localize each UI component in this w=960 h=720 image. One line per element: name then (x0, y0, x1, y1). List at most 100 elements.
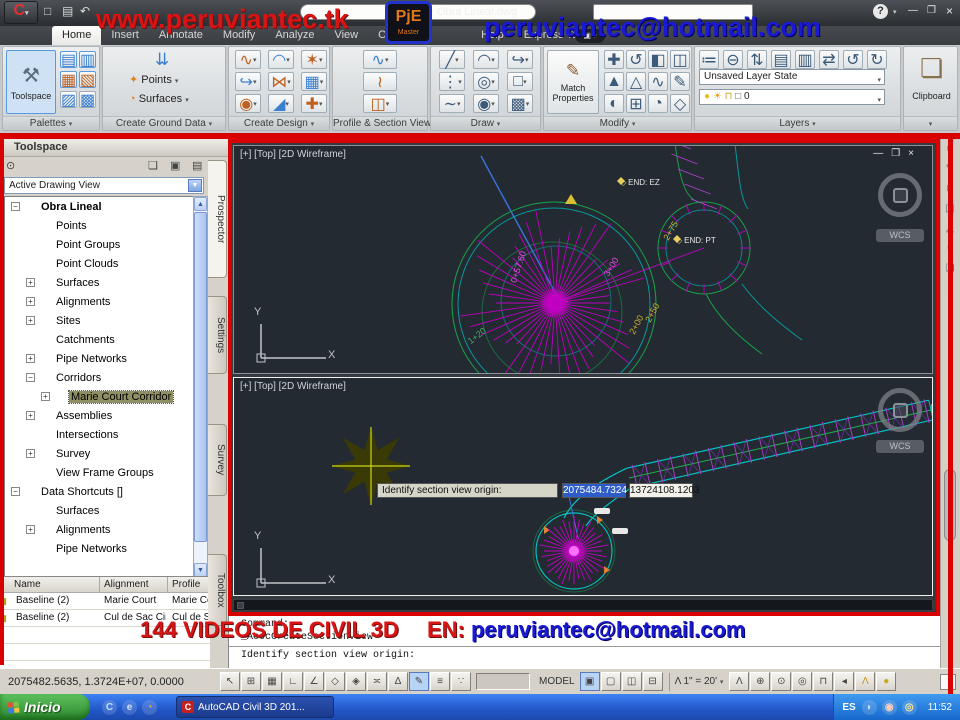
match-properties-button[interactable]: ✎ Match Properties (547, 50, 599, 114)
language-indicator[interactable]: ES (842, 702, 855, 713)
tree-item-pipe-networks[interactable]: Pipe Networks (5, 539, 193, 558)
tree-item-surfaces[interactable]: Surfaces (5, 501, 193, 520)
profile-creation-button[interactable]: ≀ (363, 72, 397, 91)
tray-moon-icon[interactable]: ◗ (861, 699, 877, 715)
tree-item-alignments[interactable]: + Alignments (5, 292, 193, 311)
side-tab-prospector[interactable]: Prospector (208, 160, 227, 278)
tree-item-survey[interactable]: + Survey (5, 444, 193, 463)
lay-button-1[interactable]: ≔ (699, 50, 719, 69)
drw-button-2[interactable]: ◠ ▾ (473, 50, 499, 69)
mod-button-4[interactable]: ◫ (670, 50, 690, 69)
expand-icon[interactable]: + (41, 392, 50, 401)
survey-palette-button[interactable]: ▦ (60, 71, 77, 89)
tree-item-points[interactable]: Points (5, 216, 193, 235)
des-button-1[interactable]: ∿ ▾ (235, 50, 261, 69)
table-row[interactable]: ▮Baseline (2)Marie CourtMarie Co... (0, 593, 210, 610)
toolspace-tool-icon-c[interactable]: ▤ (192, 159, 202, 172)
restore-icon[interactable]: ❐ (927, 5, 936, 16)
des-button-3[interactable]: ✶ ▾ (301, 50, 327, 69)
undo-icon[interactable]: ↶ (80, 4, 90, 18)
scroll-up-icon[interactable]: ▲ (194, 197, 207, 211)
mod-button-3[interactable]: ◧ (648, 50, 668, 69)
drw-button-7[interactable]: ∼ ▾ (439, 94, 465, 113)
mod-button-5[interactable]: ▲ (604, 72, 624, 91)
lock-ui-icon[interactable]: ⊓ (813, 672, 834, 691)
import-survey-icon[interactable]: ⇊ (155, 50, 169, 70)
vp-restore-icon[interactable]: ❐ (891, 148, 908, 159)
navigation-wheel[interactable] (878, 173, 922, 217)
annotation-autoscale-icon[interactable]: Λ (729, 672, 750, 691)
expand-icon[interactable]: + (26, 525, 35, 534)
annotation-scale-control[interactable]: Λ 1" = 20' ▾ (675, 676, 724, 687)
des-button-4[interactable]: ↪ ▾ (235, 72, 261, 91)
tree-item-assemblies[interactable]: + Assemblies (5, 406, 193, 425)
expand-icon[interactable]: + (26, 297, 35, 306)
column-header-name[interactable]: Name (0, 577, 100, 593)
tree-item-point-clouds[interactable]: Point Clouds (5, 254, 193, 273)
lay-button-2[interactable]: ⊖ (723, 50, 743, 69)
help-chevron-icon[interactable]: ▾ (893, 8, 897, 16)
minimize-icon[interactable]: — (908, 5, 918, 16)
drw-button-3[interactable]: ↪ ▾ (507, 50, 533, 69)
tab-home[interactable]: Home (52, 26, 102, 45)
des-button-2[interactable]: ◠ ▾ (268, 50, 294, 69)
expand-icon[interactable]: + (26, 316, 35, 325)
layer-dropdown[interactable]: ● ☀ ⊓ □ 0 ▾ (699, 89, 885, 105)
lay-button-3[interactable]: ⇅ (747, 50, 767, 69)
mod-button-10[interactable]: ⊞ (626, 94, 646, 113)
tree-item-alignments[interactable]: + Alignments (5, 520, 193, 539)
modify-panel-label[interactable]: Modify ▾ (544, 116, 691, 130)
scrollbar-thumb[interactable] (194, 212, 207, 542)
tree-item-point-groups[interactable]: Point Groups (5, 235, 193, 254)
grid-display-icon[interactable]: ▦ (262, 672, 282, 691)
steering-wheel-icon[interactable]: ◎ (792, 672, 813, 691)
expand-icon[interactable]: + (26, 449, 35, 458)
annotation-visibility-icon[interactable]: ⊕ (750, 672, 771, 691)
viewport-top[interactable]: [+] [Top] [2D Wireframe] —❐× WCS Y X 0+5… (233, 145, 933, 374)
side-tab-toolbox[interactable]: Toolbox (208, 554, 227, 626)
profile-view-button[interactable]: ∿ ▾ (363, 50, 397, 69)
side-tab-settings[interactable]: Settings (208, 296, 227, 374)
search-icon[interactable]: ⊙ (6, 159, 15, 172)
palette-extra-button-2[interactable]: ▩ (79, 91, 96, 109)
side-tab-survey[interactable]: Survey (208, 424, 227, 496)
expand-icon[interactable]: + (26, 278, 35, 287)
view-mode-dropdown[interactable]: Active Drawing View ▼ (4, 177, 204, 194)
lineweight-icon[interactable]: ≡ (430, 672, 450, 691)
viewport-window-buttons[interactable]: —❐× (873, 148, 922, 159)
drw-button-9[interactable]: ▩ ▾ (507, 94, 533, 113)
coordinate-readout[interactable]: 2075482.5635, 1.3724E+07, 0.0000 (8, 676, 220, 688)
quick-view-layouts-icon[interactable]: ◫ (621, 672, 642, 691)
collapse-icon[interactable]: − (11, 487, 20, 496)
mod-button-9[interactable]: ◐ (604, 94, 624, 113)
tool-palettes-button[interactable]: ▧ (79, 71, 96, 89)
mod-button-1[interactable]: ✚ (604, 50, 624, 69)
palettes-panel-label[interactable]: Palettes ▾ (3, 116, 99, 130)
zoom-icon[interactable]: ⊙ (771, 672, 792, 691)
drw-button-1[interactable]: ╱ ▾ (439, 50, 465, 69)
collapse-icon[interactable]: − (26, 373, 35, 382)
start-button[interactable]: Inicio (0, 694, 90, 720)
dynamic-input-icon[interactable]: ✎ (409, 672, 429, 691)
create-ground-data-panel-label[interactable]: Create Ground Data ▾ (103, 116, 225, 130)
ql-ie-icon[interactable]: e (122, 699, 137, 715)
lay-button-4[interactable]: ▤ (771, 50, 791, 69)
workspace-person-icon[interactable]: Λ (855, 672, 876, 691)
expand-icon[interactable]: + (26, 354, 35, 363)
mod-button-7[interactable]: ∿ (648, 72, 668, 91)
3d-object-snap-icon[interactable]: ◈ (346, 672, 366, 691)
object-snap-icon[interactable]: ◇ (325, 672, 345, 691)
mod-button-2[interactable]: ↺ (626, 50, 646, 69)
toolspace-tool-icon-a[interactable]: ❏ (148, 159, 158, 172)
section-views-button[interactable]: ◫ ▾ (363, 94, 397, 113)
clipboard-icon[interactable]: ❏ (920, 53, 943, 84)
tray-app-icon[interactable]: ◉ (881, 699, 897, 715)
drw-button-6[interactable]: □ ▾ (507, 72, 533, 91)
drw-button-4[interactable]: ⋮ ▾ (439, 72, 465, 91)
ql-app-icon[interactable]: C (102, 699, 117, 715)
des-button-7[interactable]: ◉ ▾ (235, 94, 261, 113)
tree-scrollbar[interactable]: ▲ ▼ (193, 196, 208, 578)
snap-mode-icon[interactable]: ⊞ (241, 672, 261, 691)
vp-close-icon[interactable]: × (908, 148, 922, 159)
application-menu-button[interactable]: C▾ (4, 1, 38, 24)
